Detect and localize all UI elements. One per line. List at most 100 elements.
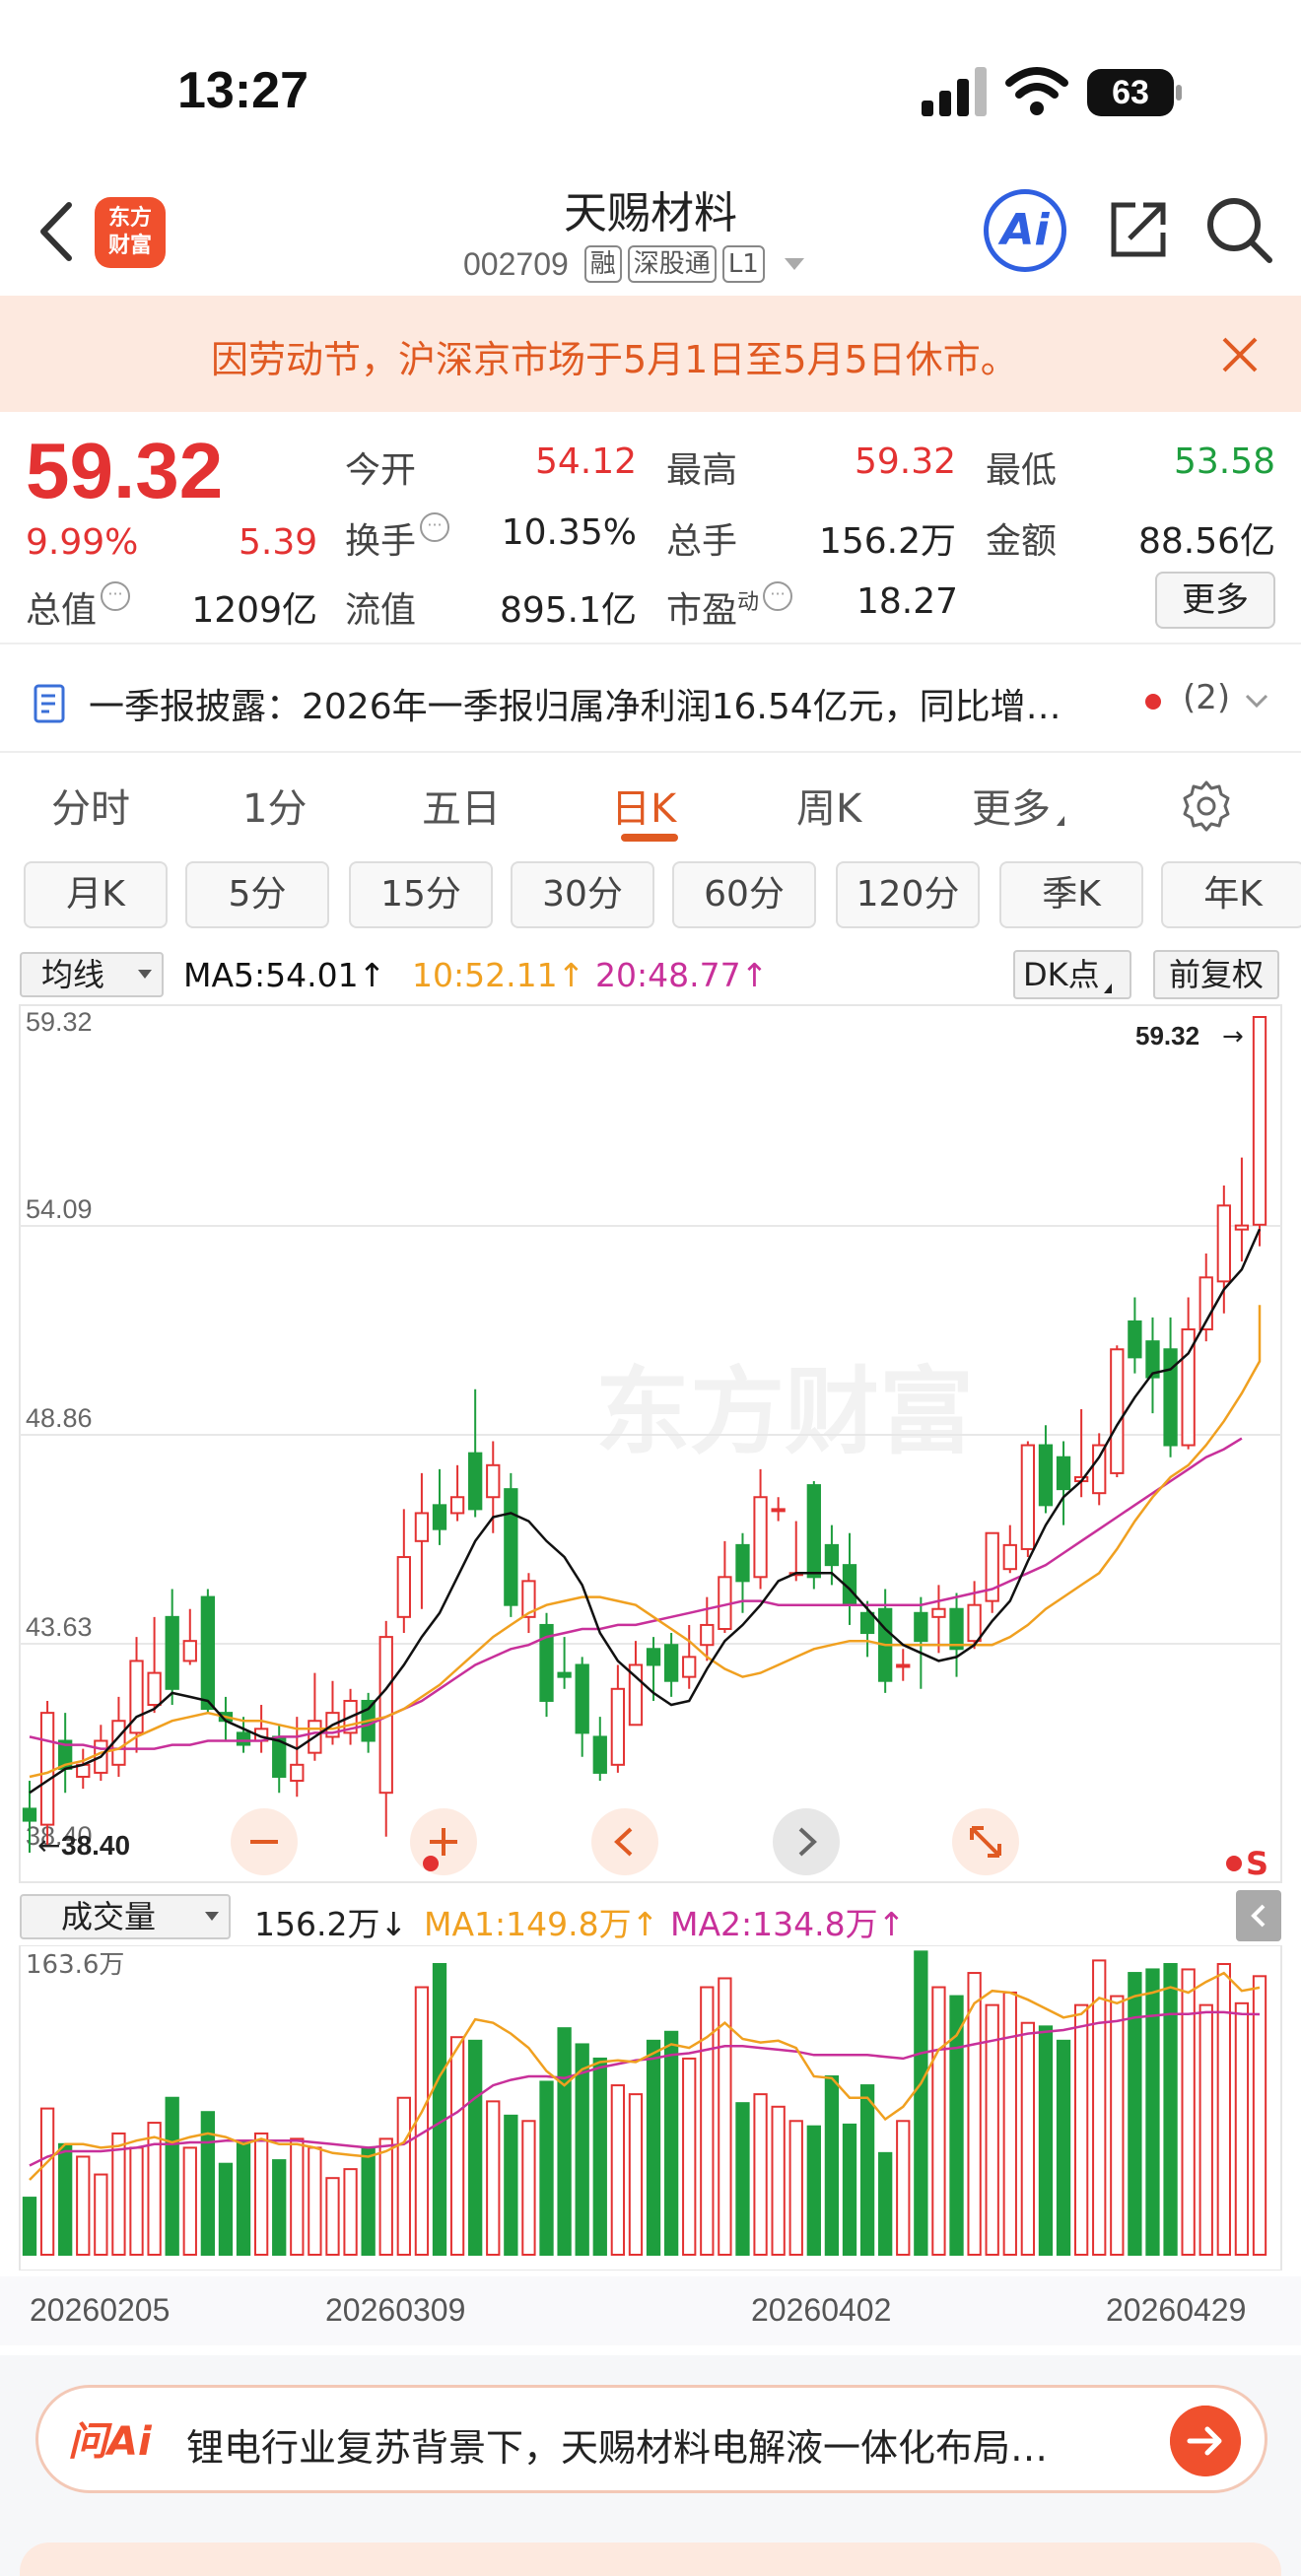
candle (557, 1671, 572, 1678)
sell-signal-icon: S (1246, 1845, 1268, 1882)
tab-intraday[interactable]: 分时 (51, 777, 130, 834)
subtab-60min[interactable]: 60分 (672, 861, 816, 928)
stock-code: 002709 (463, 245, 569, 282)
arrow-right-icon[interactable] (1170, 2406, 1241, 2476)
volume-indicator-select[interactable]: 成交量 (20, 1894, 231, 1939)
candle (1163, 1348, 1178, 1447)
candle (486, 1463, 501, 1499)
zoom-in-button[interactable] (410, 1808, 477, 1875)
high-label: 最高 (666, 450, 738, 491)
subtab-quarterly-k[interactable]: 季K (999, 861, 1143, 928)
candle (147, 1671, 162, 1707)
candle (290, 1763, 305, 1783)
x-tick-label: 20260429 (1106, 2292, 1247, 2328)
volume-bar (967, 1972, 982, 2257)
chevron-down-icon[interactable] (1244, 690, 1269, 712)
volume-bar (1252, 1975, 1267, 2256)
announcement-row[interactable]: 一季报披露：2026年一季报归属净利润16.54亿元，同比增… (2) (0, 650, 1301, 749)
volume-bar (308, 2146, 322, 2256)
stock-code-row[interactable]: 002709 融 深股通 L1 (463, 242, 804, 286)
subtab-monthly-k[interactable]: 月K (24, 861, 168, 928)
total-value-label-text: 总值 (26, 590, 98, 631)
gear-icon[interactable] (1179, 779, 1234, 834)
volume-select-label: 成交量 (61, 1898, 157, 1935)
candle (1234, 1224, 1250, 1231)
share-icon[interactable] (1106, 197, 1171, 262)
subtab-15min[interactable]: 15分 (349, 861, 493, 928)
volume-value: 156.2万↓ (254, 1905, 408, 1943)
ai-assistant-icon[interactable]: Ai (984, 189, 1066, 272)
info-icon[interactable]: ··· (101, 581, 131, 611)
indicator-select[interactable]: 均线 (20, 952, 164, 997)
battery-indicator: 63 (1087, 69, 1182, 116)
info-icon[interactable]: ··· (763, 581, 793, 611)
dk-point-label: DK点 (1023, 956, 1100, 993)
status-time: 13:27 (177, 62, 308, 119)
candle (22, 1807, 37, 1822)
change-percent: 9.99% (26, 522, 139, 563)
volume-label: 总手 (666, 521, 738, 562)
forward-adjust-button[interactable]: 前复权 (1153, 950, 1279, 999)
collapse-panel-icon[interactable] (1236, 1890, 1281, 1941)
candle (663, 1644, 679, 1682)
volume-bar (253, 2132, 269, 2256)
volume-chart: 163.6万 (19, 1945, 1282, 2271)
candle (200, 1595, 216, 1711)
candlestick-chart[interactable]: 59.32 54.09 48.86 43.63 38.40 东方财富 59.32… (0, 1003, 1301, 1884)
tab-daily-k[interactable]: 日K (611, 777, 676, 834)
volume-legend-row: 成交量 156.2万↓ MA1:149.8万↑ MA2:134.8万↑ (0, 1890, 1301, 1945)
stock-header: 东方 财富 天赐材料 002709 融 深股通 L1 Ai (0, 168, 1301, 296)
volume-bar (842, 2123, 857, 2256)
subtab-5min[interactable]: 5分 (185, 861, 329, 928)
info-icon[interactable]: ··· (420, 512, 450, 542)
tab-1min[interactable]: 1分 (242, 777, 307, 834)
more-quote-button[interactable]: 更多 (1155, 572, 1275, 629)
subtab-30min[interactable]: 30分 (511, 861, 654, 928)
volume-bar (218, 2162, 234, 2256)
search-icon[interactable] (1204, 195, 1273, 264)
volume-bar (486, 2100, 501, 2256)
cellular-signal-icon (922, 67, 987, 116)
last-price: 59.32 (26, 427, 224, 514)
dk-point-button[interactable]: DK点 (1013, 950, 1131, 999)
zoom-out-button[interactable] (231, 1808, 298, 1875)
fullscreen-button[interactable] (952, 1808, 1019, 1875)
subtab-120min[interactable]: 120分 (836, 861, 980, 928)
float-value-label: 流值 (345, 590, 417, 631)
document-icon (34, 684, 65, 723)
pe-sup: 动 (737, 590, 760, 615)
high-price-marker: 59.32 (1135, 1021, 1199, 1051)
volume-bar (628, 2093, 644, 2256)
x-tick-label: 20260402 (751, 2292, 892, 2328)
battery-tip (1176, 85, 1182, 101)
scroll-left-button[interactable] (591, 1808, 658, 1875)
volume-bar (468, 2039, 483, 2256)
chevron-down-icon (784, 258, 804, 270)
ai-question-bar[interactable]: 问Ai 锂电行业复苏背景下，天赐材料电解液一体化布局… (35, 2385, 1267, 2493)
chevron-down-icon (138, 970, 152, 979)
total-value: 1209亿 (191, 590, 317, 631)
subtab-yearly-k[interactable]: 年K (1161, 861, 1301, 928)
volume-bar (111, 2132, 126, 2256)
volume-bar (735, 2102, 750, 2256)
total-value-label: 总值 ··· (26, 581, 131, 633)
battery-level: 63 (1087, 69, 1174, 116)
volume-bar (361, 2146, 376, 2256)
tab-more[interactable]: 更多 (972, 777, 1064, 834)
volume-bar (700, 1986, 715, 2256)
scroll-right-button[interactable] (773, 1808, 840, 1875)
volume-bar (521, 2120, 536, 2256)
volume-bar (1216, 1963, 1231, 2257)
volume-bar (663, 2030, 679, 2256)
ai-logo: 问Ai (68, 2419, 152, 2465)
tab-5day[interactable]: 五日 (422, 777, 501, 834)
volume-bar (753, 2093, 768, 2256)
connect-tag: 深股通 (627, 245, 717, 283)
candle (646, 1648, 661, 1666)
tab-weekly-k[interactable]: 周K (796, 777, 861, 834)
candle (1020, 1444, 1036, 1550)
bottom-sheet-peek (20, 2542, 1281, 2576)
close-icon[interactable] (1218, 333, 1262, 376)
y-tick-label: 54.09 (26, 1194, 93, 1224)
candle (165, 1615, 179, 1690)
